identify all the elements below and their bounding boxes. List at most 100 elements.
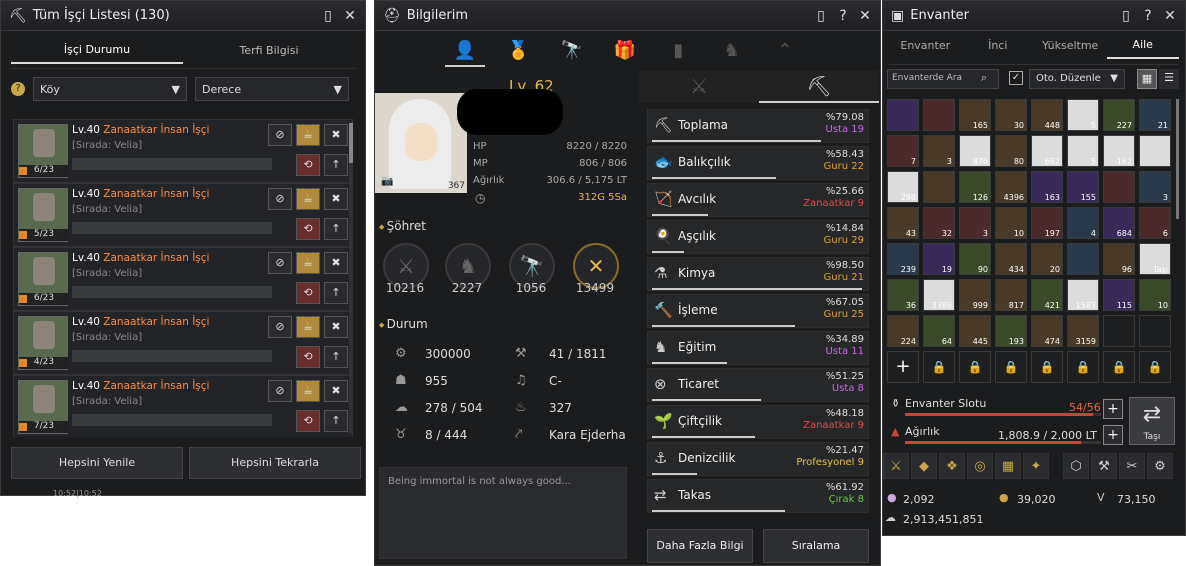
scrollbar[interactable]: [349, 123, 353, 433]
fire-worker-icon[interactable]: ✖: [324, 252, 348, 274]
worker-row[interactable]: 6/23 Lv.40 Zanaatkar İnsan İşçi [Sırada:…: [13, 119, 353, 183]
inventory-slot[interactable]: 876: [959, 135, 991, 167]
inventory-slot[interactable]: 96: [1103, 243, 1135, 275]
scissors-icon[interactable]: ✂: [1119, 453, 1145, 479]
auto-sort-checkbox[interactable]: ✓: [1009, 71, 1023, 85]
inventory-slot[interactable]: 7: [887, 135, 919, 167]
hammer-icon[interactable]: ⚒: [1091, 453, 1117, 479]
tab-gift[interactable]: 🎁: [605, 37, 645, 67]
inventory-slot[interactable]: 6: [1139, 207, 1171, 239]
help-icon[interactable]: ?: [1141, 9, 1155, 23]
inventory-slot[interactable]: [1103, 315, 1135, 347]
expand-slot-button[interactable]: +: [887, 351, 919, 383]
tab-inventory[interactable]: Envanter: [889, 39, 962, 58]
help-icon[interactable]: ?: [11, 82, 25, 96]
inventory-slot[interactable]: 36: [887, 279, 919, 311]
inventory-slot[interactable]: 448: [1031, 99, 1063, 131]
transfer-button[interactable]: ⇄ Taşı: [1129, 397, 1175, 445]
inventory-slot[interactable]: 817: [995, 279, 1027, 311]
help-icon[interactable]: ?: [836, 9, 850, 23]
inventory-slot[interactable]: 3: [923, 135, 955, 167]
stamina-icon[interactable]: ⊘: [268, 124, 292, 146]
inventory-slot[interactable]: 239: [887, 243, 919, 275]
inventory-slot[interactable]: 155: [1067, 171, 1099, 203]
worker-row[interactable]: 4/23 Lv.40 Zanaatkar İnsan İşçi [Sırada:…: [13, 311, 353, 375]
upgrade-icon[interactable]: ↑: [324, 154, 348, 176]
inventory-slot[interactable]: 5: [1067, 135, 1099, 167]
inventory-slot[interactable]: 162: [1103, 135, 1135, 167]
inventory-slot[interactable]: 64: [923, 315, 955, 347]
tab-rank[interactable]: ⌃: [765, 37, 805, 67]
more-info-button[interactable]: Daha Fazla Bilgi: [647, 529, 753, 563]
weapon-icon[interactable]: ⚔: [883, 453, 909, 479]
stamina-icon[interactable]: ⊘: [268, 316, 292, 338]
inventory-slot[interactable]: 4: [1067, 207, 1099, 239]
inventory-slot[interactable]: 3: [959, 207, 991, 239]
inventory-slot[interactable]: 3: [1139, 171, 1171, 203]
inventory-slot[interactable]: 662: [1031, 135, 1063, 167]
inventory-slot[interactable]: 421: [1031, 279, 1063, 311]
worker-row[interactable]: 5/23 Lv.40 Zanaatkar İnsan İşçi [Sırada:…: [13, 183, 353, 247]
stop-icon[interactable]: ⟲: [296, 154, 320, 176]
skill-sailing[interactable]: ⚓ Denizcilik %21.47 Profesyonel 9: [647, 442, 869, 476]
inventory-slot[interactable]: 298: [887, 171, 919, 203]
upgrade-icon[interactable]: ↑: [324, 218, 348, 240]
tab-promotion-info[interactable]: Terfi Bilgisi: [183, 44, 355, 63]
upgrade-icon[interactable]: ↑: [324, 346, 348, 368]
stop-icon[interactable]: ⟲: [296, 346, 320, 368]
camera-icon[interactable]: 📷: [381, 176, 393, 187]
skill-training[interactable]: ♞ Eğitim %34.89 Usta 11: [647, 331, 869, 365]
inventory-slot[interactable]: 90: [959, 243, 991, 275]
gem-icon[interactable]: ◆: [911, 453, 937, 479]
note-icon[interactable]: ▯: [321, 9, 335, 23]
inventory-slot[interactable]: 4396: [995, 171, 1027, 203]
skill-processing[interactable]: 🔨 İşleme %67.05 Guru 25: [647, 294, 869, 328]
magic-icon[interactable]: ✦: [1023, 453, 1049, 479]
repair-icon[interactable]: ⚙: [1147, 453, 1173, 479]
skill-gathering[interactable]: ⛏ Toplama %79.08 Usta 19: [647, 109, 869, 143]
inventory-slot[interactable]: Taşı: [1139, 243, 1171, 275]
inventory-titlebar[interactable]: ▣ Envanter ▯ ? ✕: [883, 1, 1185, 31]
inventory-slot[interactable]: 21: [1139, 99, 1171, 131]
skill-barter[interactable]: ⇄ Takas %61.92 Çırak 8: [647, 479, 869, 513]
inventory-slot[interactable]: 5: [1067, 99, 1099, 131]
inventory-slot[interactable]: 126: [959, 171, 991, 203]
close-icon[interactable]: ✕: [858, 9, 872, 23]
skill-farming[interactable]: 🌱 Çiftçilik %48.18 Zanaatkar 9: [647, 405, 869, 439]
tab-worker-status[interactable]: İşçi Durumu: [11, 43, 183, 64]
tab-stats[interactable]: ▮: [658, 37, 698, 67]
auto-sort-select[interactable]: Oto. Düzenle ▼: [1029, 69, 1125, 89]
list-view-icon[interactable]: ☰: [1159, 69, 1179, 89]
worker-row[interactable]: 7/23 Lv.40 Zanaatkar İnsan İşçi [Sırada:…: [13, 375, 353, 437]
add-weight-button[interactable]: +: [1103, 425, 1123, 445]
biography-field[interactable]: Being immortal is not always good...: [379, 467, 627, 559]
inventory-slot[interactable]: 80: [995, 135, 1027, 167]
tab-pearl[interactable]: İnci: [962, 39, 1035, 58]
inventory-slot[interactable]: 1583: [1067, 279, 1099, 311]
skill-hunting[interactable]: 🏹 Avcılık %25.66 Zanaatkar 9: [647, 183, 869, 217]
skill-alchemy[interactable]: ⚗ Kimya %98.50 Guru 21: [647, 257, 869, 291]
feed-icon[interactable]: ☕: [296, 316, 320, 338]
inventory-slot[interactable]: 43: [887, 207, 919, 239]
repeat-all-button[interactable]: Hepsini Tekrarla: [189, 447, 361, 479]
stamina-icon[interactable]: ⊘: [268, 188, 292, 210]
skill-trade[interactable]: ⊗ Ticaret %51.25 Usta 8: [647, 368, 869, 402]
inventory-slot[interactable]: 474: [1031, 315, 1063, 347]
tab-life-skills[interactable]: ⛏: [759, 71, 879, 103]
grid-view-icon[interactable]: ▦: [1137, 69, 1157, 89]
stop-icon[interactable]: ⟲: [296, 282, 320, 304]
inventory-slot[interactable]: 165: [959, 99, 991, 131]
upgrade-icon[interactable]: ↑: [324, 410, 348, 432]
inventory-slot[interactable]: 434: [995, 243, 1027, 275]
inventory-slot[interactable]: 999: [959, 279, 991, 311]
skill-fishing[interactable]: 🐟 Balıkçılık %58.43 Guru 22: [647, 146, 869, 180]
tab-horse[interactable]: ♞: [712, 37, 752, 67]
tab-family[interactable]: Aile: [1106, 38, 1179, 59]
inventory-slot[interactable]: 115: [1103, 279, 1135, 311]
refresh-all-button[interactable]: Hepsini Yenile: [11, 447, 183, 479]
feed-icon[interactable]: ☕: [296, 188, 320, 210]
inventory-slot[interactable]: [1103, 171, 1135, 203]
inventory-slot[interactable]: 10: [1139, 279, 1171, 311]
tab-telescope[interactable]: 🔭: [552, 37, 592, 67]
inventory-slot[interactable]: 193: [995, 315, 1027, 347]
